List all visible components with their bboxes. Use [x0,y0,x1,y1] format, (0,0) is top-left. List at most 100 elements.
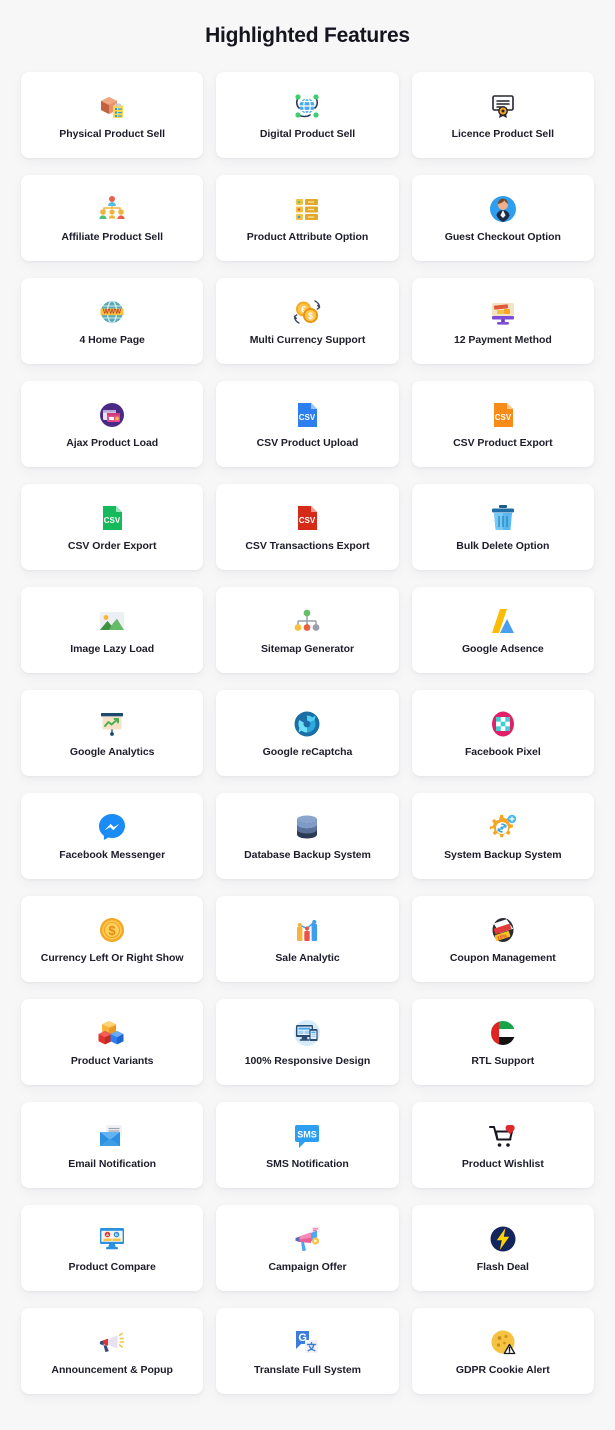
affiliate-people-network-icon [95,192,129,226]
feature-card[interactable]: Facebook Pixel [411,690,594,776]
svg-text:CSV: CSV [299,413,316,422]
feature-label: Currency Left Or Right Show [40,951,184,964]
guest-user-avatar-icon [486,192,520,226]
feature-card[interactable]: Physical Product Sell [21,72,204,158]
compare-monitor-ab-icon: AB [95,1222,129,1256]
feature-card[interactable]: 100% Responsive Design [216,999,399,1085]
feature-card[interactable]: A B Product Compare [21,1205,204,1291]
feature-label: 100% Responsive Design [244,1054,371,1067]
bar-chart-analytics-icon [290,913,324,947]
dollar-coin-icon: $ [95,913,129,947]
feature-label: Multi Currency Support [249,333,366,346]
feature-card[interactable]: RTL Support [411,999,594,1085]
feature-card[interactable]: Image Lazy Load [21,587,204,673]
svg-text:CSV: CSV [495,413,512,422]
feature-card[interactable]: 15% Coupon Management [411,896,594,982]
feature-card[interactable]: Campaign Offer [216,1205,399,1291]
feature-label: Email Notification [68,1157,157,1170]
sitemap-tree-icon [290,604,324,638]
feature-label: Facebook Pixel [464,745,541,758]
feature-card[interactable]: Announcement & Popup [21,1308,204,1394]
svg-text:CSV: CSV [299,516,316,525]
feature-card[interactable]: Product Wishlist [411,1102,594,1188]
connected-globe-network-icon [290,89,324,123]
database-cylinder-icon [290,810,324,844]
feature-label: Image Lazy Load [70,642,155,655]
feature-label: 4 Home Page [79,333,145,346]
feature-card[interactable]: G Translate Full System [216,1308,399,1394]
responsive-devices-icon [290,1016,324,1050]
euro-dollar-exchange-icon: € $ [290,295,324,329]
email-envelope-icon [95,1119,129,1153]
feature-label: GDPR Cookie Alert [455,1363,550,1376]
feature-card[interactable]: Google Adsence [411,587,594,673]
feature-label: Coupon Management [449,951,556,964]
feature-label: Google Adsence [461,642,544,655]
feature-card[interactable]: Affiliate Product Sell [21,175,204,261]
google-analytics-chart-icon [95,707,129,741]
feature-label: Facebook Messenger [59,848,166,861]
feature-label: CSV Order Export [67,539,157,552]
feature-card[interactable]: Flash Deal [411,1205,594,1291]
feature-card[interactable]: $ Currency Left Or Right Show [21,896,204,982]
csv-file-green-icon: CSV [95,501,129,535]
cart-heart-wishlist-icon [486,1119,520,1153]
www-globe-icon: WWW [95,295,129,329]
feature-label: Product Variants [70,1054,154,1067]
feature-label: Guest Checkout Option [444,230,561,243]
feature-label: Google Analytics [69,745,155,758]
cookie-alert-icon [486,1325,520,1359]
feature-card[interactable]: Bulk Delete Option [411,484,594,570]
feature-card[interactable]: Digital Product Sell [216,72,399,158]
feature-label: RTL Support [471,1054,535,1067]
feature-label: 12 Payment Method [453,333,552,346]
feature-card[interactable]: CSV CSV Transactions Export [216,484,399,570]
feature-card[interactable]: Google Analytics [21,690,204,776]
csv-file-orange-icon: CSV [486,398,520,432]
feature-label: Product Wishlist [461,1157,544,1170]
feature-card[interactable]: Guest Checkout Option [411,175,594,261]
feature-label: CSV Transactions Export [245,539,370,552]
feature-label: Digital Product Sell [259,127,356,140]
feature-card[interactable]: System Backup System [411,793,594,879]
feature-card[interactable]: CSV CSV Product Upload [216,381,399,467]
image-photo-icon [95,604,129,638]
svg-text:A: A [106,1232,109,1237]
feature-label: Product Compare [68,1260,156,1273]
feature-label: Product Attribute Option [246,230,369,243]
colored-cubes-icon [95,1016,129,1050]
feature-label: Affiliate Product Sell [61,230,163,243]
feature-card[interactable]: WWW 4 Home Page [21,278,204,364]
uae-flag-circle-icon [486,1016,520,1050]
attribute-list-rows-icon [290,192,324,226]
feature-card[interactable]: Sale Analytic [216,896,399,982]
feature-card[interactable]: Product Attribute Option [216,175,399,261]
feature-card[interactable]: Licence Product Sell [411,72,594,158]
svg-text:B: B [115,1232,118,1237]
svg-text:$: $ [109,923,117,938]
feature-card[interactable]: Database Backup System [216,793,399,879]
trash-bin-icon [486,501,520,535]
feature-card[interactable]: Facebook Messenger [21,793,204,879]
feature-card[interactable]: 12 Payment Method [411,278,594,364]
feature-card[interactable]: Ajax Product Load [21,381,204,467]
feature-card[interactable]: GDPR Cookie Alert [411,1308,594,1394]
feature-card[interactable]: Google reCaptcha [216,690,399,776]
feature-card[interactable]: CSV CSV Product Export [411,381,594,467]
feature-label: SMS Notification [266,1157,349,1170]
feature-card[interactable]: Email Notification [21,1102,204,1188]
feature-card[interactable]: Sitemap Generator [216,587,399,673]
google-adsense-icon [486,604,520,638]
facebook-pixel-icon [486,707,520,741]
feature-card[interactable]: Product Variants [21,999,204,1085]
feature-card[interactable]: € $ Multi Currency Support [216,278,399,364]
payment-monitor-card-icon [486,295,520,329]
feature-label: Flash Deal [476,1260,529,1273]
feature-label: Sitemap Generator [260,642,355,655]
highlighted-features-page: Highlighted Features Physical Product Se… [0,0,615,1430]
feature-card[interactable]: CSV CSV Order Export [21,484,204,570]
svg-text:SMS: SMS [298,1129,318,1139]
feature-label: Bulk Delete Option [456,539,550,552]
feature-card[interactable]: SMS SMS Notification [216,1102,399,1188]
feature-label: Announcement & Popup [51,1363,173,1376]
